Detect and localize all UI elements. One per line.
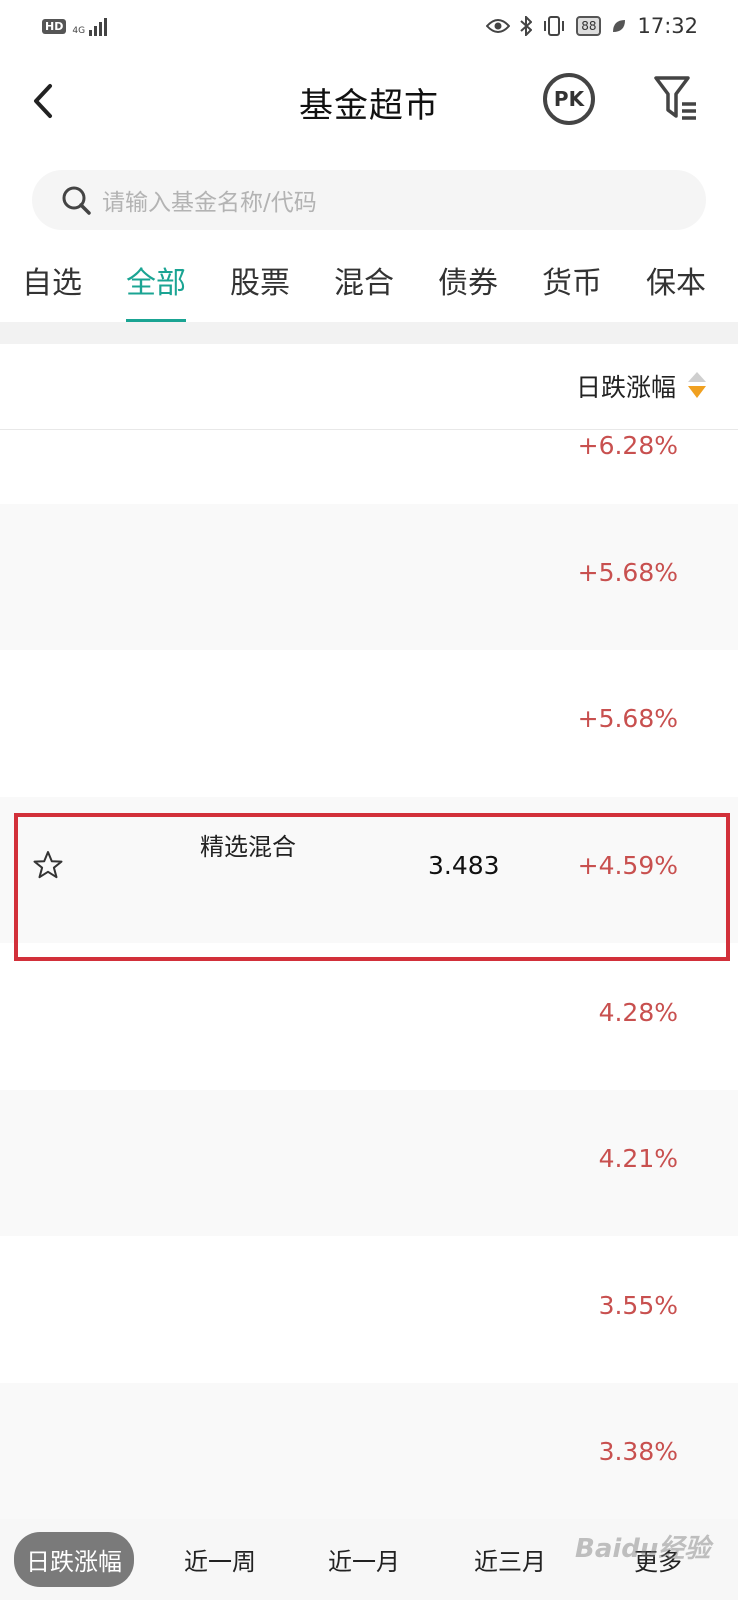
category-tabs: 自选 全部 股票 混合 债券 货币 保本 bbox=[0, 252, 738, 322]
status-right: 88 17:32 bbox=[486, 14, 698, 38]
pk-button[interactable]: PK bbox=[543, 73, 595, 125]
daily-change: +5.68% bbox=[577, 704, 678, 733]
daily-change: 4.21% bbox=[598, 1144, 678, 1173]
status-left: HD 4G bbox=[42, 16, 108, 36]
filter-icon[interactable] bbox=[652, 74, 702, 124]
sort-arrows-icon[interactable] bbox=[686, 370, 708, 400]
page-title: 基金超市 bbox=[299, 86, 439, 126]
tab-3-months[interactable]: 近三月 bbox=[474, 1542, 546, 1577]
tab-money[interactable]: 货币 bbox=[542, 252, 602, 322]
status-bar: HD 4G 88 17:32 bbox=[0, 0, 738, 52]
search-icon bbox=[62, 186, 91, 215]
list-item[interactable]: 3.38% bbox=[0, 1383, 738, 1519]
hd-badge: HD bbox=[42, 18, 67, 34]
tab-favorites[interactable]: 自选 bbox=[22, 252, 82, 322]
daily-change: +6.28% bbox=[577, 431, 678, 460]
network-type: 4G bbox=[72, 26, 86, 36]
sort-label[interactable]: 日跌涨幅 bbox=[576, 368, 676, 404]
signal-icon: 4G bbox=[72, 16, 108, 36]
list-item-highlighted[interactable]: 精选混合 3.483 +4.59% bbox=[0, 797, 738, 943]
tab-bond[interactable]: 债券 bbox=[438, 252, 498, 322]
tab-all[interactable]: 全部 bbox=[126, 252, 186, 322]
tab-1-week[interactable]: 近一周 bbox=[184, 1542, 256, 1577]
watermark-logo: Baidu经验 bbox=[575, 1534, 711, 1564]
list-item[interactable]: +6.28% bbox=[0, 431, 738, 460]
battery-icon: 88 bbox=[576, 16, 602, 36]
sort-header: 日跌涨幅 bbox=[0, 344, 738, 430]
fund-name: 精选混合 bbox=[200, 833, 296, 861]
tab-guaranteed[interactable]: 保本 bbox=[646, 252, 706, 322]
eye-icon bbox=[486, 19, 511, 33]
list-item[interactable]: +5.68% bbox=[0, 650, 738, 796]
tab-mixed[interactable]: 混合 bbox=[334, 252, 394, 322]
list-item[interactable]: +5.68% bbox=[0, 504, 738, 650]
list-item[interactable]: 3.55% bbox=[0, 1237, 738, 1383]
daily-change: 3.55% bbox=[598, 1291, 678, 1320]
vibrate-icon bbox=[544, 16, 565, 36]
fund-list: +6.28% +5.68% +5.68% 精选混合 3.483 +4.59% 4… bbox=[0, 431, 738, 1519]
title-bar: 基金超市 PK bbox=[0, 52, 738, 152]
search-bar[interactable]: 请输入基金名称/代码 bbox=[32, 170, 706, 230]
list-item[interactable]: 4.21% bbox=[0, 1090, 738, 1236]
bluetooth-icon bbox=[520, 16, 533, 36]
tab-stock[interactable]: 股票 bbox=[230, 252, 290, 322]
daily-change: +5.68% bbox=[577, 558, 678, 587]
section-divider bbox=[0, 322, 738, 344]
daily-change: 4.28% bbox=[598, 998, 678, 1027]
daily-change: +4.59% bbox=[577, 851, 678, 880]
clock: 17:32 bbox=[637, 14, 698, 38]
leaf-icon bbox=[613, 20, 626, 32]
daily-change: 3.38% bbox=[598, 1437, 678, 1466]
list-item[interactable]: 4.28% bbox=[0, 944, 738, 1090]
tab-daily-change[interactable]: 日跌涨幅 bbox=[14, 1532, 134, 1587]
search-input[interactable]: 请输入基金名称/代码 bbox=[102, 183, 317, 217]
tab-1-month[interactable]: 近一月 bbox=[328, 1542, 400, 1577]
fund-nav: 3.483 bbox=[428, 851, 500, 880]
star-icon[interactable] bbox=[32, 849, 64, 881]
